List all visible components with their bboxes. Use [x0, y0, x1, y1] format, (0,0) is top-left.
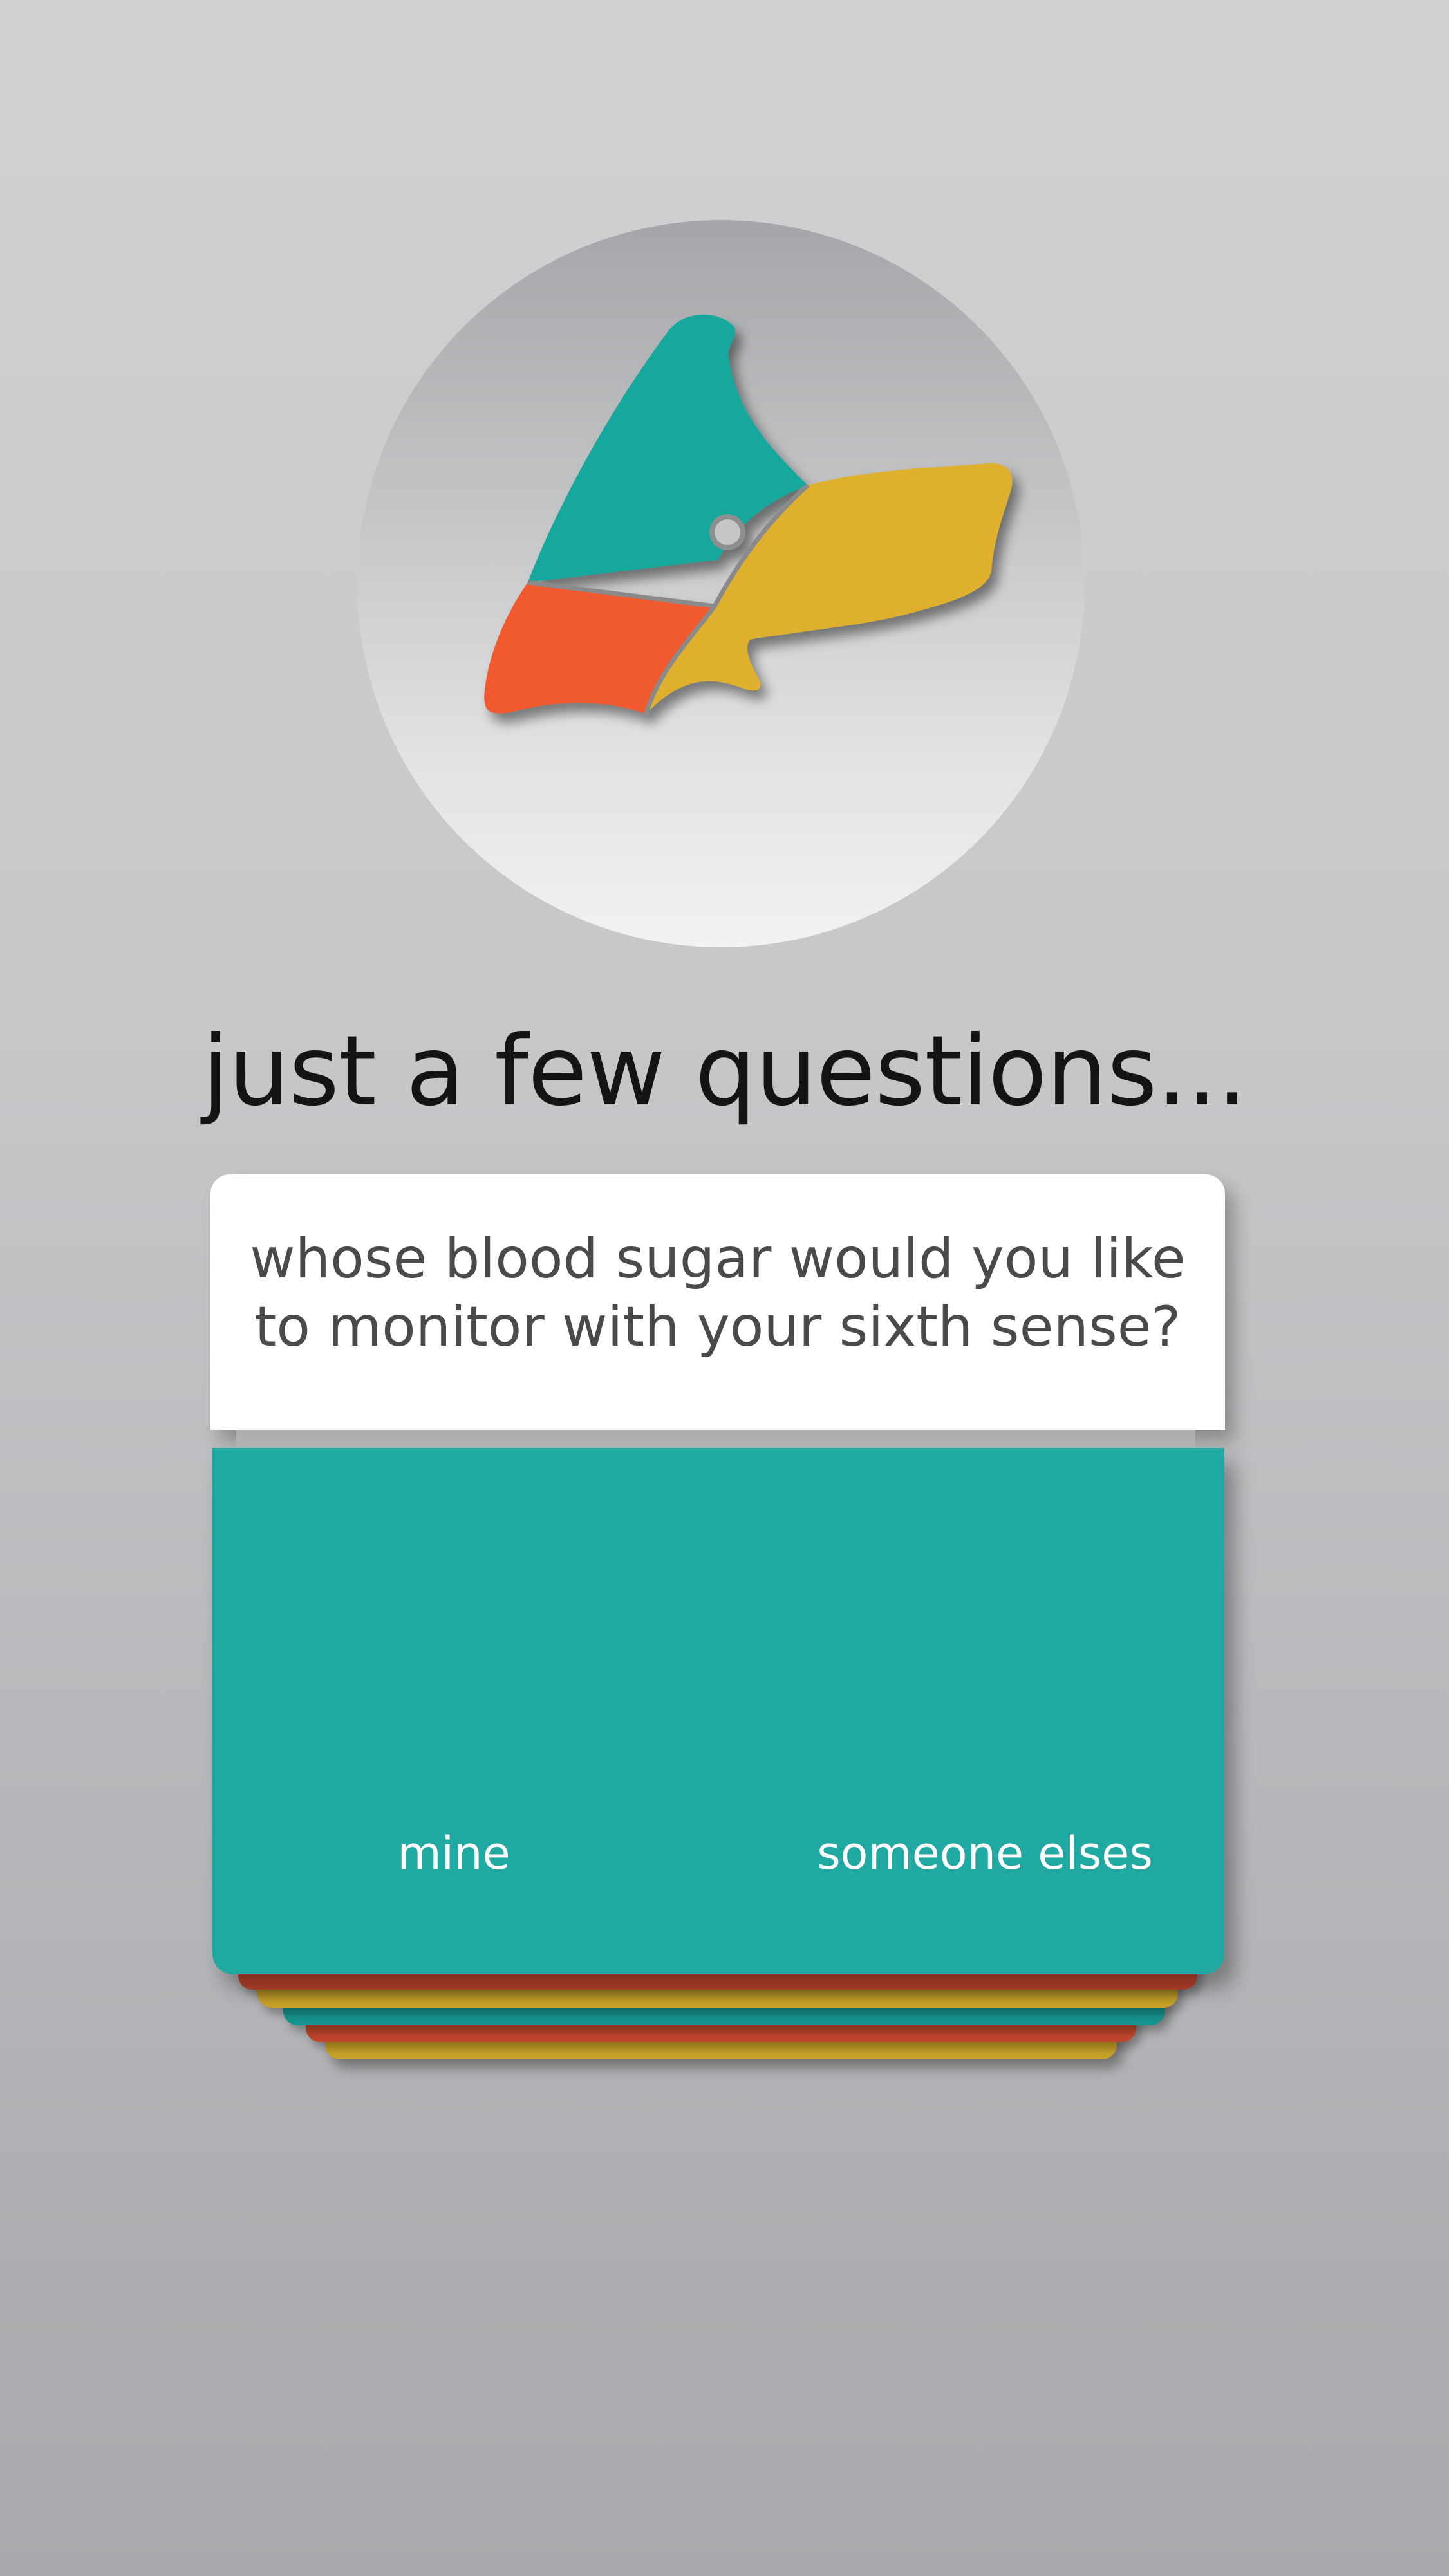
answer-someone-elses-button[interactable]: someone elses: [805, 1818, 1165, 1889]
answer-mine-button[interactable]: mine: [380, 1818, 528, 1889]
dog-head-logo-icon: [484, 314, 1013, 716]
question-card: whose blood sugar would you like to moni…: [210, 1174, 1225, 1430]
answer-card: mine someone elses: [212, 1448, 1224, 1974]
page-title: just a few questions...: [202, 1015, 1248, 1127]
question-text: whose blood sugar would you like to moni…: [250, 1227, 1186, 1359]
card-divider: [236, 1430, 1195, 1448]
